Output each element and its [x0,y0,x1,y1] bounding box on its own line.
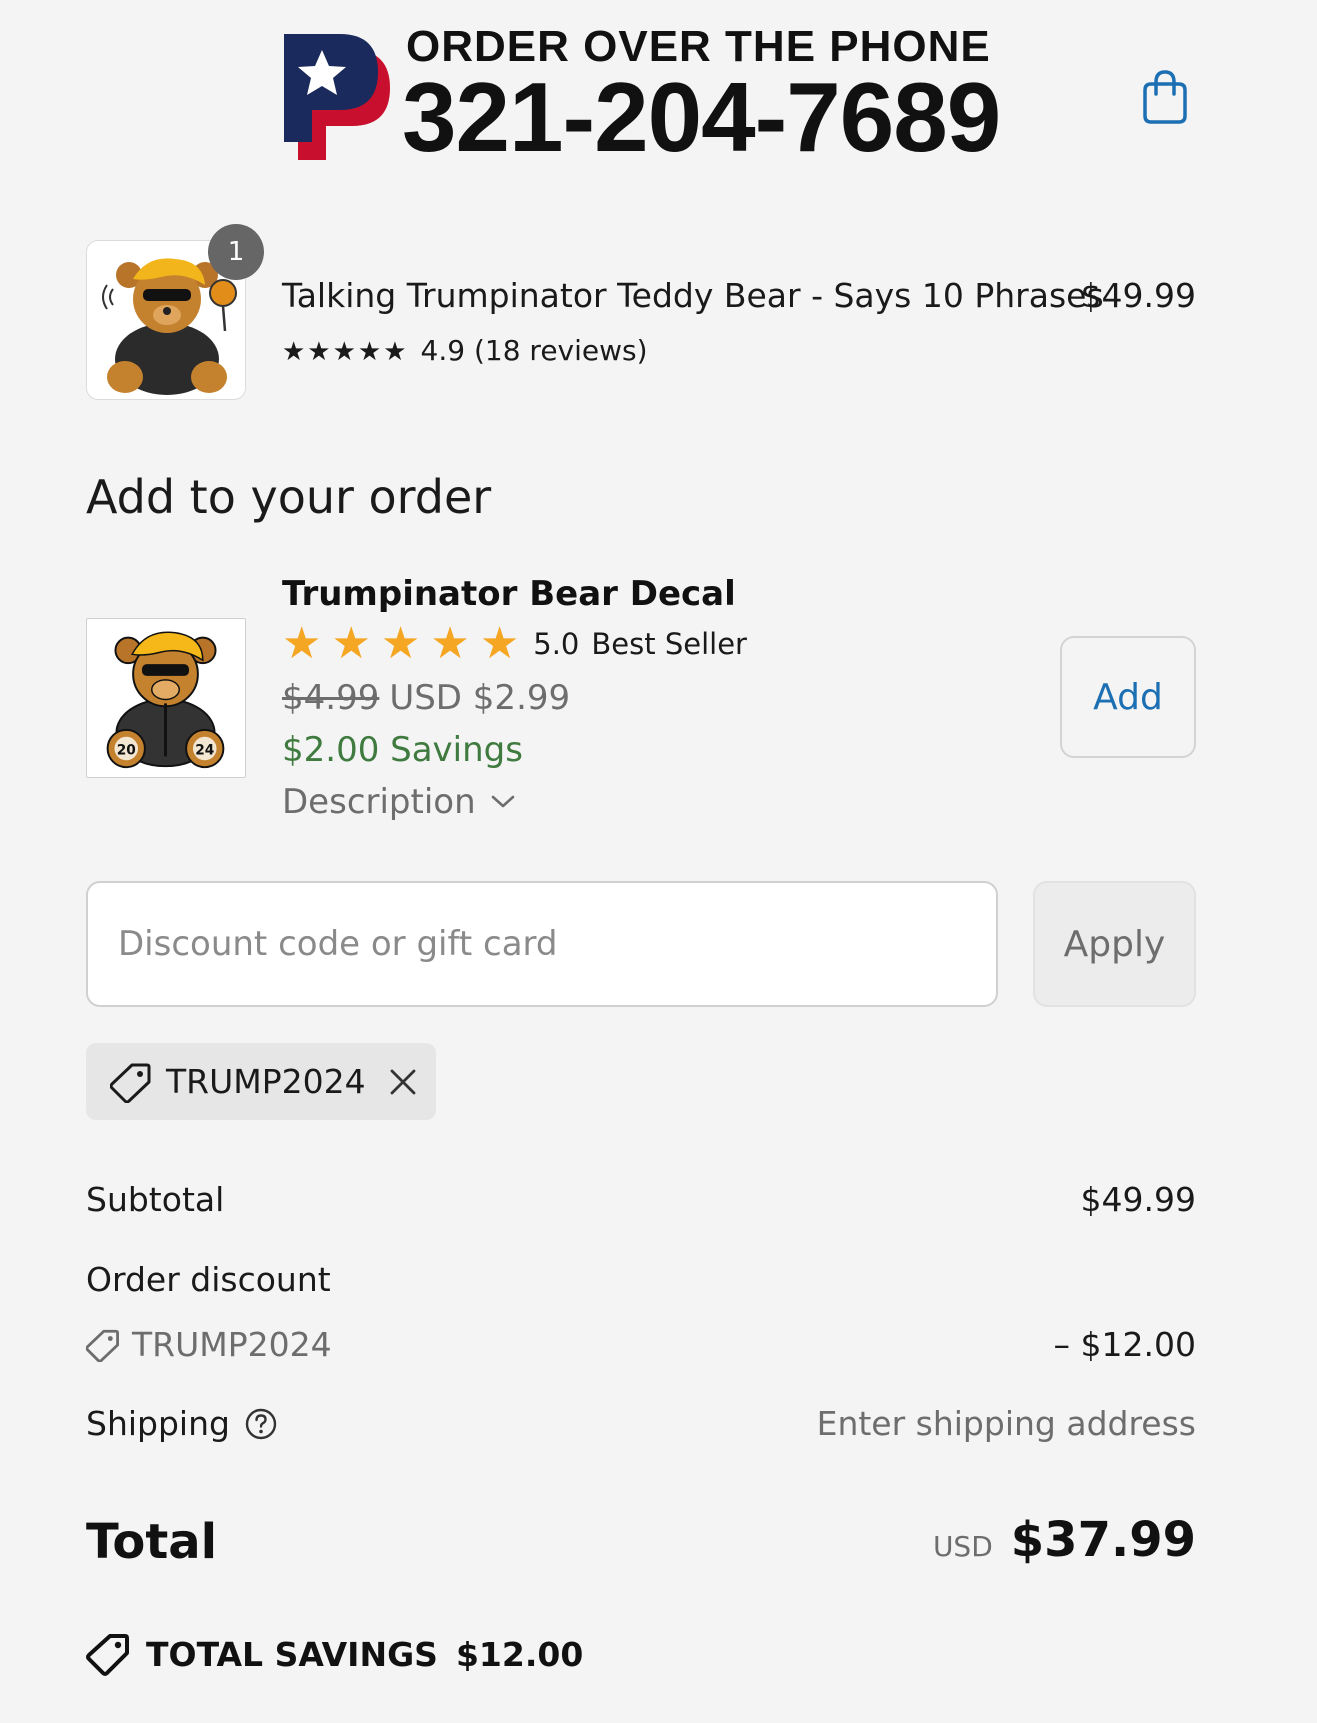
upsell-title: Trumpinator Bear Decal [282,574,736,614]
savings-tag-icon [86,1634,129,1676]
rating-text: 4.9 (18 reviews) [420,334,648,367]
sale-price: USD $2.99 [389,678,571,718]
phone-number[interactable]: 321-204-7689 [402,68,1001,166]
shipping-value: Enter shipping address [816,1404,1196,1443]
tag-icon [86,1329,119,1362]
shopping-bag-icon[interactable] [1140,68,1190,126]
upsell-savings: $2.00 Savings [282,730,523,770]
star-icon: ★ [479,618,520,669]
shipping-row: Shipping [86,1404,278,1443]
total-value-group: USD $37.99 [933,1512,1196,1568]
add-upsell-button[interactable]: Add [1060,636,1196,758]
upsell-rating-score: 5.0 [533,627,580,661]
total-amount: $37.99 [1010,1512,1196,1568]
cart-item-title: Talking Trumpinator Teddy Bear - Says 10… [282,276,1104,315]
star-icon: ★ [430,618,470,669]
description-toggle[interactable]: Description [282,782,518,822]
cart-item-rating: ★★★★★ 4.9 (18 reviews) [282,334,648,367]
company-logo [284,34,390,160]
help-icon[interactable] [244,1407,278,1441]
upsell-section-title: Add to your order [86,470,492,524]
total-savings-label: TOTAL SAVINGS [146,1634,438,1674]
close-icon[interactable] [388,1067,418,1097]
upsell-price: $4.99 USD $2.99 [282,678,570,718]
rating-stars: ★★★★★ [282,337,409,367]
discount-code-input[interactable] [86,881,998,1007]
star-icon: ★ [331,618,371,669]
order-discount-code-row: TRUMP2024 [86,1325,332,1364]
description-label: Description [282,782,476,822]
star-icon: ★ [282,618,322,669]
total-currency: USD [932,1530,993,1563]
chevron-down-icon [491,795,514,808]
apply-discount-button[interactable]: Apply [1033,881,1196,1007]
order-discount-label: Order discount [86,1260,331,1299]
paw-number-right: 24 [195,742,214,758]
subtotal-label: Subtotal [86,1180,225,1219]
best-seller-badge: Best Seller [591,627,747,661]
total-savings-row: TOTAL SAVINGS $12.00 [86,1632,583,1676]
cart-item-price: $49.99 [1080,276,1196,315]
subtotal-value: $49.99 [1080,1180,1196,1219]
star-icon: ★ [380,618,421,669]
bear-decal-image: 20 24 [106,631,225,769]
upsell-product-thumbnail: 20 24 [86,618,246,778]
order-discount-value: – $12.00 [1053,1325,1196,1364]
applied-discount-chip: TRUMP2024 [86,1043,436,1120]
tag-icon [110,1063,151,1103]
quantity-badge: 1 [208,224,264,280]
total-label: Total [86,1514,218,1570]
order-discount-code: TRUMP2024 [132,1325,332,1364]
shipping-label: Shipping [86,1404,230,1443]
paw-number-left: 20 [117,742,136,758]
total-savings-value: $12.00 [455,1634,584,1674]
applied-discount-code: TRUMP2024 [166,1062,366,1101]
original-price: $4.99 [282,678,380,718]
upsell-rating: ★ ★ ★ ★ ★ 5.0 Best Seller [282,622,747,666]
